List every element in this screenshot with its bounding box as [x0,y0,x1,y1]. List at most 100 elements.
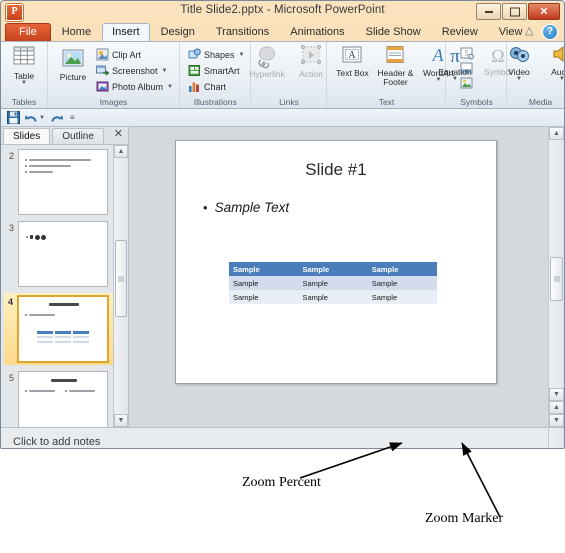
equation-icon: π [450,46,460,67]
screenshot-button[interactable]: Screenshot ▼ [94,63,175,78]
table-header-cell: Sample [229,262,299,276]
ribbon-help-zone: △ ? [525,24,558,40]
video-icon [509,47,529,62]
chart-icon [189,82,199,92]
text-box-label: Text Box [336,68,369,78]
video-button[interactable]: Video ▼ [498,45,540,82]
save-icon[interactable] [7,111,20,124]
panel-scroll-up-button[interactable]: ▲ [114,145,128,158]
slide-bullet-line[interactable]: • Sample Text [203,200,289,215]
ribbon-group-media: Video ▼ Audio ▼ Media [507,42,564,108]
header-footer-button[interactable]: Header & Footer [374,45,416,87]
notes-pane[interactable]: Click to add notes [1,427,564,448]
equation-caret-icon[interactable]: ▼ [452,76,458,82]
tab-transitions[interactable]: Transitions [206,23,279,41]
slide-bullet-text[interactable]: Sample Text [215,200,290,215]
ribbon-group-illustrations: Shapes ▼ SmartArt Chart Illustrations [180,42,252,108]
table-caret-icon[interactable]: ▼ [21,80,27,86]
thumbnail-slide-5[interactable]: 5 [5,371,114,427]
panel-scroll-thumb[interactable] [115,240,127,317]
thumbnail-preview [17,295,109,363]
slide-table[interactable]: Sample Sample Sample Sample Sample Sampl… [229,262,437,304]
screenshot-caret-icon[interactable]: ▼ [162,68,168,74]
photo-album-icon [96,81,109,92]
undo-control[interactable]: ▼ [25,112,45,124]
tab-slide-show[interactable]: Slide Show [356,23,431,41]
illustrations-buttons: Shapes ▼ SmartArt Chart [184,45,246,94]
customize-qat-icon[interactable]: ≡ [70,113,75,122]
text-box-button[interactable]: A Text Box [331,45,373,78]
action-button[interactable]: Action [290,45,332,79]
group-label-symbols: Symbols [460,97,493,107]
action-icon [300,45,322,65]
photo-album-caret-icon[interactable]: ▼ [167,84,173,90]
minimize-ribbon-icon[interactable]: △ [525,26,537,38]
quick-access-toolbar: ▼ ≡ [1,109,564,127]
slide-scrollbar[interactable]: ▲ ▼ ▲ ▼ [548,127,564,427]
equation-button[interactable]: π Equation ▼ [434,45,476,82]
picture-button[interactable]: Picture [52,45,94,82]
clip-art-button[interactable]: Clip Art [94,47,175,62]
thumbnail-slide-3[interactable]: 3 [5,221,114,287]
annotation-zoom-marker: Zoom Marker [425,511,504,526]
undo-caret-icon[interactable]: ▼ [39,115,45,121]
previous-slide-button[interactable]: ▲ [549,401,564,414]
audio-caret-icon[interactable]: ▼ [559,76,564,82]
tab-animations[interactable]: Animations [280,23,354,41]
slide-scroll-up-button[interactable]: ▲ [549,127,564,140]
help-icon[interactable]: ? [542,24,558,40]
table-cell: Sample [229,276,299,290]
thumbnail-slide-4[interactable]: 4 [4,293,114,365]
table-button[interactable]: Table ▼ [3,45,45,86]
slide-edit-area[interactable]: Slide #1 • Sample Text Sample Sample Sam… [129,127,564,427]
photo-album-button[interactable]: Photo Album ▼ [94,79,175,94]
redo-icon[interactable] [50,112,63,124]
close-button[interactable]: ✕ [528,3,560,20]
workspace: Slides Outline ✕ 2 3 4 5 ▲ ▼ Slide #1 • … [1,127,564,427]
panel-tab-slides[interactable]: Slides [3,128,51,144]
panel-tab-outline[interactable]: Outline [52,128,104,144]
shapes-caret-icon[interactable]: ▼ [239,52,245,58]
shapes-button[interactable]: Shapes ▼ [186,47,246,62]
table-row[interactable]: Sample Sample Sample [229,290,437,304]
ribbon-group-images: Picture Clip Art Screenshot ▼ Photo Albu… [48,42,180,108]
text-box-icon: A [342,46,362,63]
notes-scrollbar[interactable] [548,428,564,448]
svg-text:A: A [349,50,357,61]
ribbon-tab-bar: File Home Insert Design Transitions Anim… [1,22,564,42]
tab-insert[interactable]: Insert [102,23,150,41]
thumbnail-number: 3 [8,223,14,233]
smartart-label: SmartArt [204,65,240,76]
tab-home[interactable]: Home [52,23,101,41]
video-caret-icon[interactable]: ▼ [516,76,522,82]
minimize-button[interactable] [476,3,501,20]
tab-file[interactable]: File [5,23,51,41]
notes-placeholder[interactable]: Click to add notes [13,436,100,448]
audio-button[interactable]: Audio ▼ [541,45,564,82]
shapes-label: Shapes [204,49,235,60]
scroll-grip-icon [553,276,560,282]
slide-title[interactable]: Slide #1 [176,160,496,180]
annotation-zoom-percent: Zoom Percent [242,475,321,490]
smartart-button[interactable]: SmartArt [186,63,246,78]
bullet-glyph-icon: • [203,200,208,215]
panel-scroll-down-button[interactable]: ▼ [114,414,128,427]
hyperlink-button[interactable]: Hyperlink [246,45,288,79]
ribbon-group-text: A Text Box Header & Footer A WordArt ▼ 5… [327,42,475,108]
group-label-links: Links [279,97,299,107]
tab-review[interactable]: Review [432,23,488,41]
audio-icon [553,45,564,63]
tab-design[interactable]: Design [151,23,205,41]
slide-canvas[interactable]: Slide #1 • Sample Text Sample Sample Sam… [175,140,497,384]
table-row[interactable]: Sample Sample Sample [229,276,437,290]
close-panel-icon[interactable]: ✕ [114,129,123,140]
undo-icon[interactable] [25,112,38,124]
maximize-button[interactable] [502,3,527,20]
thumbnail-slide-2[interactable]: 2 [5,149,114,215]
slide-scroll-thumb[interactable] [550,257,563,301]
chart-button[interactable]: Chart [186,79,246,94]
next-slide-button[interactable]: ▼ [549,414,564,427]
panel-scrollbar[interactable]: ▲ ▼ [113,145,128,427]
slide-thumbnail-list[interactable]: 2 3 4 5 ▲ ▼ [1,145,128,427]
slide-scroll-down-button[interactable]: ▼ [549,388,564,401]
